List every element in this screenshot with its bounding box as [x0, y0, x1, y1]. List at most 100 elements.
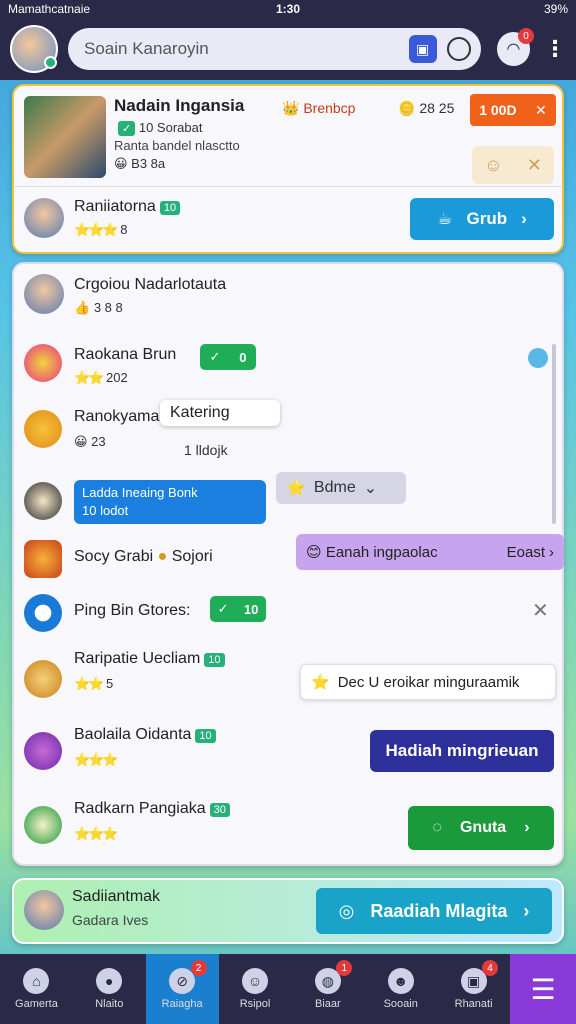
battery-label: 39% [543, 2, 568, 16]
rank-badge: ✓ [118, 121, 136, 136]
play-button[interactable]: ◌ Gnuta › [408, 806, 554, 850]
chat-icon[interactable] [446, 37, 471, 61]
nav-explore[interactable]: ⊘ Raiagha 2 [145, 954, 219, 1024]
event-chip[interactable]: 😊 Eanah ingpaolac Eoast › [296, 534, 564, 570]
star-icon: ⭐ [311, 674, 330, 691]
claim-button[interactable]: 1 00D ✕ [470, 94, 556, 126]
user-icon: ● [96, 968, 123, 994]
member-stars: ⭐⭐⭐ 8 [74, 222, 128, 237]
flower-icon [24, 344, 62, 382]
chat-bubble[interactable]: Ladda Ineaing Bonk 10 lodot [74, 480, 266, 524]
profile-name: Nadain Ingansia [114, 96, 245, 115]
headset-icon: ◠ [506, 41, 521, 58]
avatar [24, 890, 64, 930]
chevron-down-icon: ⌄ [363, 480, 378, 497]
close-icon[interactable]: ✕ [532, 598, 549, 623]
item-name: Raokana Brun [74, 346, 177, 363]
item-stars: ⭐⭐⭐ [74, 752, 119, 767]
profile-description: Ranta bandel nlasctto [114, 138, 240, 153]
divider [14, 186, 562, 187]
menu-button[interactable]: ☰ [510, 954, 576, 1024]
online-dot [44, 56, 57, 69]
nav-profile[interactable]: ● Nlaito [73, 954, 146, 1024]
avatar[interactable] [10, 25, 58, 73]
gift-action-button[interactable]: ◎ Raadiah Mlagita › [316, 888, 552, 934]
profile-rank: ✓ 10 Sorabat [114, 120, 202, 136]
bottom-profile-card: Sadiiantmak Gadara Ives ◎ Raadiah Mlagita… [12, 878, 564, 944]
item-sub: ⭐⭐ 202 [74, 370, 128, 385]
character-icon [24, 732, 62, 770]
home-icon: ⌂ [23, 968, 50, 994]
member-name: Raniiatorna 10 [74, 198, 181, 216]
clock: 1:30 [275, 2, 301, 16]
gift-button[interactable]: Hadiah mingrieuan [370, 730, 554, 772]
character-icon [24, 482, 62, 520]
profile-stats: 😀 B3 8a [114, 156, 166, 171]
chat-icon: ◌ [432, 819, 442, 836]
list-item[interactable]: Ranokyamac 😀 23 Katering 1 lldojk [24, 398, 554, 460]
bottom-profile-name: Sadiiantmak [72, 888, 161, 905]
info-dot-icon[interactable] [528, 348, 548, 368]
close-icon[interactable]: ✕ [535, 102, 547, 119]
notif-badge: 0 [518, 28, 534, 44]
disabled-reward-box: ☺ ✕ [472, 146, 554, 184]
chevron-right-icon: › [523, 900, 530, 921]
item-name: Socy Grabi ● Sojori [74, 548, 213, 565]
item-sub: 😀 23 [74, 434, 106, 449]
bottom-profile-sub: Gadara Ives [72, 912, 149, 928]
list-item[interactable]: Socy Grabi ● Sojori 😊 Eanah ingpaolac Eo… [24, 530, 564, 586]
nav-bell[interactable]: ◍ Biaar 1 [291, 954, 364, 1024]
nav-report[interactable]: ☺ Rsipol [219, 954, 292, 1024]
group-button[interactable]: ☕ Grub › [410, 198, 554, 240]
item-name: Baolaila Oidanta 10 [74, 726, 216, 744]
chevron-right-icon: › [521, 209, 527, 228]
profile-card: Nadain Ingansia ✓ 10 Sorabat Ranta bande… [12, 84, 564, 254]
item-name: Radkarn Pangiaka 30 [74, 800, 230, 818]
list-item[interactable]: Ping Bin Gtores: ✓ 10 ✕ [24, 586, 554, 642]
tooltip: Katering [160, 400, 280, 426]
search-input[interactable]: Soain Kanaroyin ▣ [68, 28, 481, 70]
basket-icon [24, 660, 62, 698]
people-icon: ☻ [387, 968, 414, 994]
coin-count: 🪙 28 25 [398, 100, 455, 116]
bottom-nav: ⌂ Gamerta ● Nlaito ⊘ Raiagha 2 ☺ Rsipol ◍ Biaa… [0, 954, 576, 1024]
nav-social[interactable]: ☻ Sooain [364, 954, 437, 1024]
avatar [24, 274, 64, 314]
status-pill[interactable]: ✓ 10 [210, 596, 266, 622]
list-item[interactable]: Baolaila Oidanta 10 ⭐⭐⭐ Hadiah mingrieuan [24, 720, 554, 792]
list-header-name: Crgoiou Nadarlotauta [74, 276, 227, 293]
character-icon [24, 806, 62, 844]
list-item[interactable]: Raripatie Uecliam 10 ⭐⭐ 5 ⭐ Dec U eroikar … [24, 644, 556, 716]
item-name: Ping Bin Gtores: [74, 602, 191, 619]
status-bar: Mamathcatnaie 1:30 39% [0, 0, 576, 18]
cup-icon: ☕ [437, 209, 453, 228]
list-header-meta: 👍 3 8 8 [74, 300, 123, 315]
list-item[interactable]: Raokana Brun ⭐⭐ 202 ✓ 0 [24, 340, 554, 396]
chevron-right-icon: › [524, 819, 530, 836]
group-photo [24, 96, 106, 178]
item-stars: ⭐⭐⭐ [74, 826, 119, 841]
item-stars: ⭐⭐ 5 [74, 676, 114, 691]
item-name: Raripatie Uecliam 10 [74, 650, 225, 668]
nav-gift[interactable]: ▣ Rhanati 4 [437, 954, 510, 1024]
notification-button[interactable]: ◠ 0 [496, 28, 534, 66]
discord-icon[interactable]: ▣ [408, 35, 437, 63]
top-bar: Soain Kanaroyin ▣ ◠ 0 ⋮ [0, 18, 576, 80]
crown-label[interactable]: 👑 Brenbcp [282, 100, 355, 117]
list-item[interactable]: Ladda Ineaing Bonk 10 lodot ⭐ Bdme ⌄ [24, 470, 554, 526]
nav-home[interactable]: ⌂ Gamerta [0, 954, 73, 1024]
search-text: Soain Kanaroyin [84, 39, 209, 58]
more-icon[interactable]: ⋮ [544, 36, 566, 62]
hamburger-icon: ☰ [530, 973, 556, 1005]
avatar [24, 198, 64, 238]
chevron-right-icon: › [549, 543, 554, 561]
item-name: Ranokyamac [74, 408, 168, 425]
smile-icon: ☺ [484, 154, 503, 175]
reward-chip[interactable]: ⭐ Bdme ⌄ [276, 472, 406, 504]
close-icon: ✕ [526, 154, 542, 175]
list-item[interactable]: Radkarn Pangiaka 30 ⭐⭐⭐ ◌ Gnuta › [24, 794, 554, 866]
status-pill[interactable]: ✓ 0 [200, 344, 256, 370]
star-icon: ⭐ [286, 480, 306, 497]
shield-icon [24, 540, 62, 578]
reward-chip[interactable]: ⭐ Dec U eroikar minguraamik [300, 664, 556, 700]
